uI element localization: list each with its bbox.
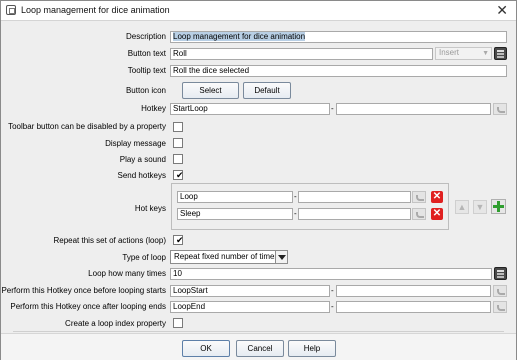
dropdown-arrow-icon	[275, 251, 287, 263]
tooltip-text-label: Tooltip text	[127, 66, 166, 75]
close-icon[interactable]: ✕	[496, 2, 508, 18]
before-loop-field[interactable]: LoopStart	[170, 285, 330, 297]
app-window-icon	[6, 5, 16, 15]
ok-button[interactable]: OK	[182, 340, 230, 357]
select-icon-button[interactable]: Select	[182, 82, 239, 99]
description-label: Description	[125, 32, 166, 41]
cancel-button[interactable]: Cancel	[236, 340, 284, 357]
after-loop-separator: -	[331, 302, 334, 311]
toolbar-disable-label: Toolbar button can be disabled by a prop…	[8, 122, 166, 131]
description-field[interactable]: Loop management for dice animation	[170, 31, 507, 43]
undo-arrow-icon[interactable]	[493, 285, 507, 297]
hotkey-field[interactable]: StartLoop	[170, 103, 330, 115]
insert-combo[interactable]: Insert ▼	[435, 47, 492, 60]
check-mark: ✔	[176, 235, 184, 245]
dialog-footer: OK Cancel Help	[1, 333, 516, 360]
type-of-loop-label: Type of loop	[122, 253, 166, 262]
hot-key-field-2[interactable]	[298, 191, 411, 203]
check-mark: ✔	[176, 170, 184, 180]
toolbar-disable-checkbox[interactable]	[173, 122, 183, 132]
footer-divider	[13, 331, 504, 332]
dropdown-arrow-icon: ▼	[482, 50, 489, 57]
repeat-label: Repeat this set of actions (loop)	[53, 236, 166, 245]
window-title: Loop management for dice animation	[21, 5, 170, 15]
button-text-field[interactable]: Roll	[170, 48, 433, 60]
hotkey-separator: -	[331, 104, 334, 113]
button-icon-label: Button icon	[125, 86, 166, 95]
insert-combo-value: Insert	[439, 48, 460, 57]
undo-arrow-icon[interactable]	[493, 301, 507, 313]
hotkey-label: Hotkey	[141, 104, 166, 113]
loop-times-label: Loop how many times	[88, 269, 166, 278]
loop-index-checkbox[interactable]	[173, 318, 183, 328]
tooltip-text-field[interactable]: Roll the dice selected	[170, 65, 507, 77]
play-sound-checkbox[interactable]	[173, 154, 183, 164]
send-hotkeys-label: Send hotkeys	[117, 171, 166, 180]
type-of-loop-value: Repeat fixed number of times	[174, 252, 279, 261]
hot-keys-panel: Loop - ✕ Sleep - ✕	[171, 183, 449, 230]
undo-arrow-icon[interactable]	[412, 191, 426, 203]
hot-keys-label: Hot keys	[134, 204, 166, 213]
calculator-icon[interactable]	[494, 47, 507, 60]
hot-key-field-2[interactable]	[298, 208, 411, 220]
move-up-icon[interactable]: ▲	[455, 200, 469, 214]
calculator-icon[interactable]	[494, 267, 507, 280]
undo-arrow-icon[interactable]	[493, 103, 507, 115]
display-message-checkbox[interactable]	[173, 138, 183, 148]
loop-times-field[interactable]: 10	[170, 268, 492, 280]
hot-key-field[interactable]: Sleep	[177, 208, 293, 220]
dialog-window: Loop management for dice animation ✕ Des…	[0, 0, 517, 360]
title-bar: Loop management for dice animation ✕	[1, 1, 516, 21]
after-loop-field-2[interactable]	[336, 301, 491, 313]
hotkey-field-2[interactable]	[336, 103, 491, 115]
before-loop-label: Perform this Hotkey once before looping …	[1, 286, 166, 295]
description-value: Loop management for dice animation	[173, 32, 306, 41]
loop-index-label: Create a loop index property	[65, 319, 166, 328]
before-loop-separator: -	[331, 286, 334, 295]
display-message-label: Display message	[105, 139, 166, 148]
after-loop-field[interactable]: LoopEnd	[170, 301, 330, 313]
play-sound-label: Play a sound	[119, 155, 166, 164]
repeat-checkbox[interactable]: ✔	[173, 235, 184, 245]
help-button[interactable]: Help	[288, 340, 336, 357]
hot-key-field[interactable]: Loop	[177, 191, 293, 203]
hot-key-separator: -	[294, 192, 297, 201]
button-text-label: Button text	[127, 49, 166, 58]
type-of-loop-combo[interactable]: Repeat fixed number of times	[170, 250, 288, 264]
undo-arrow-icon[interactable]	[412, 208, 426, 220]
send-hotkeys-checkbox[interactable]: ✔	[173, 170, 184, 180]
after-loop-label: Perform this Hotkey once after looping e…	[10, 302, 166, 311]
hot-key-separator: -	[294, 209, 297, 218]
before-loop-field-2[interactable]	[336, 285, 491, 297]
default-icon-button[interactable]: Default	[243, 82, 291, 99]
move-down-icon[interactable]: ▼	[473, 200, 487, 214]
add-icon[interactable]	[491, 199, 506, 214]
delete-icon[interactable]: ✕	[431, 191, 443, 203]
delete-icon[interactable]: ✕	[431, 208, 443, 220]
